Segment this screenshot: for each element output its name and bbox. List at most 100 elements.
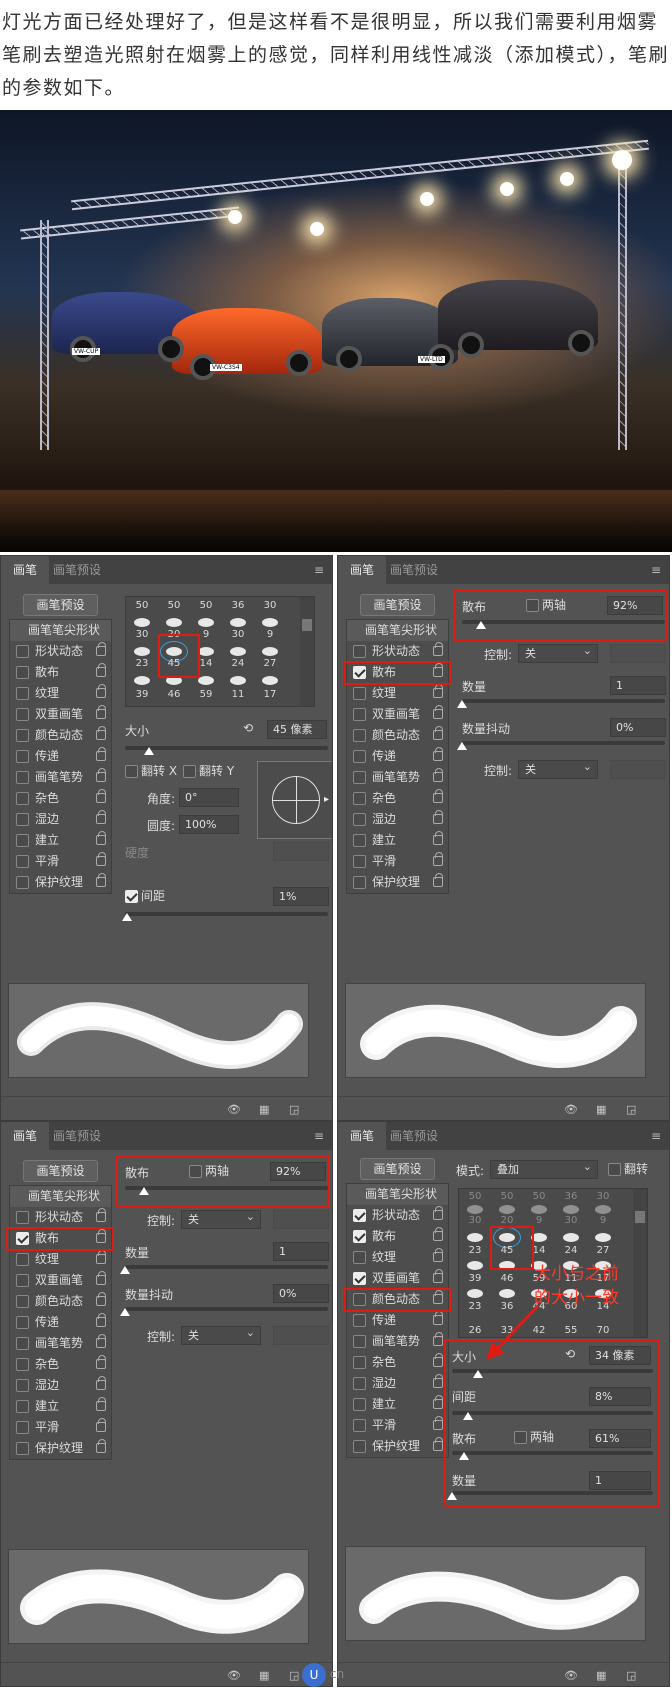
checkbox[interactable] xyxy=(16,1253,29,1266)
checkbox[interactable] xyxy=(16,834,29,847)
property-brush-pose[interactable]: 画笔笔势 xyxy=(10,1333,111,1354)
control-select-2[interactable]: 关 xyxy=(518,758,598,779)
panel-menu-icon[interactable]: ≡ xyxy=(314,563,324,577)
tab-brush[interactable]: 画笔 xyxy=(338,556,387,584)
property-smoothing[interactable]: 平滑 xyxy=(347,851,448,872)
checkbox[interactable] xyxy=(16,855,29,868)
brush-thumbnail[interactable] xyxy=(134,618,150,627)
lock-icon[interactable] xyxy=(433,789,443,803)
property-build-up[interactable]: 建立 xyxy=(10,1396,111,1417)
property-color-dynamics[interactable]: 颜色动态 xyxy=(10,725,111,746)
checkbox[interactable] xyxy=(16,1337,29,1350)
checkbox[interactable] xyxy=(353,834,366,847)
toggle-preview-icon[interactable]: 👁 xyxy=(564,1669,578,1682)
property-shape-dynamics[interactable]: 形状动态 xyxy=(347,641,448,662)
checkbox[interactable] xyxy=(16,1400,29,1413)
property-protect-texture[interactable]: 保护纹理 xyxy=(10,1438,111,1459)
lock-icon[interactable] xyxy=(96,1208,106,1222)
property-protect-texture[interactable]: 保护纹理 xyxy=(10,872,111,893)
lock-icon[interactable] xyxy=(96,1313,106,1327)
property-color-dynamics[interactable]: 颜色动态 xyxy=(10,1291,111,1312)
size-slider-track[interactable] xyxy=(125,746,328,750)
checkbox[interactable] xyxy=(16,1295,29,1308)
checkbox[interactable] xyxy=(353,792,366,805)
property-brush-pose[interactable]: 画笔笔势 xyxy=(347,767,448,788)
lock-icon[interactable] xyxy=(96,1355,106,1369)
checkbox[interactable] xyxy=(16,771,29,784)
lock-icon[interactable] xyxy=(433,705,443,719)
checkbox[interactable] xyxy=(16,1421,29,1434)
lock-icon[interactable] xyxy=(96,768,106,782)
new-preset-icon[interactable]: ◲ xyxy=(626,1103,636,1116)
lock-icon[interactable] xyxy=(433,852,443,866)
reset-icon[interactable]: ⟲ xyxy=(243,721,253,735)
property-dual-brush[interactable]: 双重画笔 xyxy=(10,1270,111,1291)
property-color-dynamics[interactable]: 颜色动态 xyxy=(347,725,448,746)
angle-roundness-preview[interactable]: ▸ xyxy=(257,761,332,839)
lock-icon[interactable] xyxy=(96,1418,106,1432)
brush-presets-button[interactable]: 画笔预设 xyxy=(360,594,435,616)
checkbox[interactable] xyxy=(353,729,366,742)
count-slider-thumb[interactable] xyxy=(457,700,467,708)
checkbox[interactable] xyxy=(16,687,29,700)
lock-icon[interactable] xyxy=(433,747,443,761)
checkbox[interactable] xyxy=(16,1316,29,1329)
lock-icon[interactable] xyxy=(96,705,106,719)
roundness-field[interactable]: 100% xyxy=(179,815,239,834)
lock-icon[interactable] xyxy=(96,1439,106,1453)
brush-thumbnail[interactable] xyxy=(198,618,214,627)
checkbox[interactable] xyxy=(353,813,366,826)
lock-icon[interactable] xyxy=(433,831,443,845)
property-dual-brush[interactable]: 双重画笔 xyxy=(347,704,448,725)
grid-icon[interactable]: ▦ xyxy=(259,1669,269,1682)
count-jitter-slider-track[interactable] xyxy=(462,741,665,745)
panel-menu-icon[interactable]: ≡ xyxy=(651,563,661,577)
count-field[interactable]: 1 xyxy=(273,1242,329,1261)
spacing-slider-track[interactable] xyxy=(125,912,328,916)
lock-icon[interactable] xyxy=(433,726,443,740)
brush-thumbnail[interactable] xyxy=(166,618,182,627)
count-field[interactable]: 1 xyxy=(610,676,666,695)
checkbox[interactable] xyxy=(125,765,138,778)
spacing-field[interactable]: 1% xyxy=(273,887,329,906)
property-build-up[interactable]: 建立 xyxy=(347,830,448,851)
lock-icon[interactable] xyxy=(433,768,443,782)
checkbox[interactable] xyxy=(353,645,366,658)
toggle-preview-icon[interactable]: 👁 xyxy=(227,1669,241,1682)
lock-icon[interactable] xyxy=(96,810,106,824)
lock-icon[interactable] xyxy=(96,831,106,845)
brush-thumbnail[interactable] xyxy=(262,676,278,685)
size-slider-thumb[interactable] xyxy=(144,747,155,755)
lock-icon[interactable] xyxy=(96,663,106,677)
lock-icon[interactable] xyxy=(96,747,106,761)
angle-field[interactable]: 0° xyxy=(179,788,239,807)
property-wet-edges[interactable]: 湿边 xyxy=(347,809,448,830)
property-transfer[interactable]: 传递 xyxy=(347,746,448,767)
checkbox[interactable] xyxy=(16,1274,29,1287)
brush-thumbnail[interactable] xyxy=(262,647,278,656)
property-texture[interactable]: 纹理 xyxy=(10,1249,111,1270)
brush-thumbnail[interactable] xyxy=(198,676,214,685)
brush-thumbnail[interactable] xyxy=(262,618,278,627)
lock-icon[interactable] xyxy=(433,873,443,887)
count-jitter-slider-track[interactable] xyxy=(125,1307,328,1311)
count-slider-track[interactable] xyxy=(125,1265,328,1269)
property-texture[interactable]: 纹理 xyxy=(10,683,111,704)
control-select[interactable]: 关 xyxy=(181,1208,261,1229)
checkbox[interactable] xyxy=(353,687,366,700)
checkbox[interactable] xyxy=(16,1442,29,1455)
property-protect-texture[interactable]: 保护纹理 xyxy=(347,872,448,893)
grid-scrollbar[interactable] xyxy=(300,597,314,706)
lock-icon[interactable] xyxy=(96,684,106,698)
property-noise[interactable]: 杂色 xyxy=(347,788,448,809)
checkbox[interactable] xyxy=(16,666,29,679)
property-wet-edges[interactable]: 湿边 xyxy=(10,1375,111,1396)
count-jitter-slider-thumb[interactable] xyxy=(120,1308,130,1316)
checkbox[interactable] xyxy=(353,876,366,889)
brush-tip-grid[interactable]: 50 50 50 36 30 30 20 9 30 9 23 45 14 24 … xyxy=(125,596,315,707)
brush-thumbnail[interactable] xyxy=(230,647,246,656)
toggle-preview-icon[interactable]: 👁 xyxy=(564,1103,578,1116)
checkbox[interactable] xyxy=(353,708,366,721)
property-wet-edges[interactable]: 湿边 xyxy=(10,809,111,830)
property-texture[interactable]: 纹理 xyxy=(347,683,448,704)
